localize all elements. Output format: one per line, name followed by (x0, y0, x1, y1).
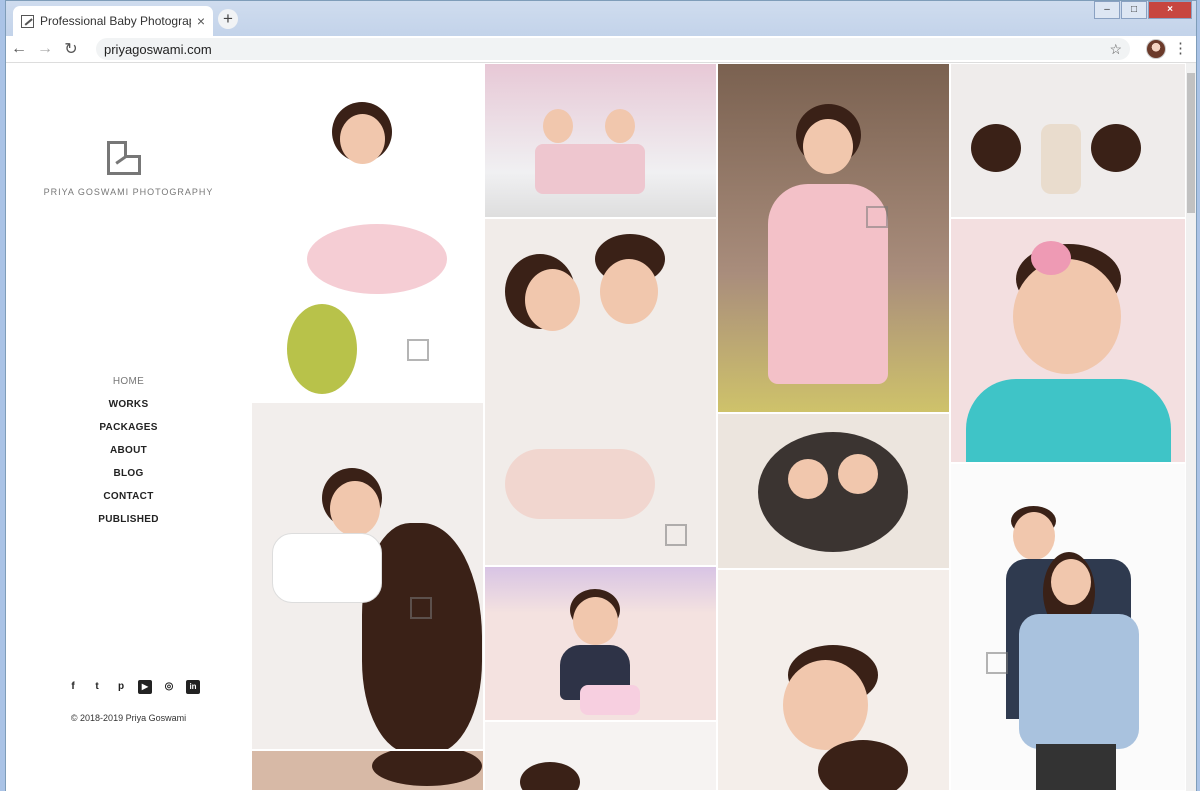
gallery-photo-12[interactable] (484, 721, 717, 791)
window-controls: – □ × (1093, 1, 1192, 19)
nav-blog[interactable]: BLOG (6, 468, 251, 491)
gallery-photo-4[interactable] (950, 63, 1186, 218)
nav-contact[interactable]: CONTACT (6, 491, 251, 514)
instagram-icon[interactable]: ◎ (162, 680, 176, 694)
browser-window: Professional Baby Photographer × + – □ ×… (5, 0, 1197, 791)
browser-tab[interactable]: Professional Baby Photographer × (13, 6, 213, 36)
site-logo-icon[interactable] (107, 141, 141, 175)
nav-published[interactable]: PUBLISHED (6, 514, 251, 537)
scrollbar-thumb[interactable] (1187, 73, 1195, 213)
browser-toolbar: ← → ↻ priyagoswami.com ☆ ⋮ (6, 36, 1196, 63)
facebook-icon[interactable]: f (66, 680, 80, 694)
address-text: priyagoswami.com (104, 41, 212, 57)
site-sidebar: PRIYA GOSWAMI PHOTOGRAPHY HOME WORKS PAC… (6, 63, 251, 791)
gallery-photo-8[interactable] (251, 402, 484, 750)
nav-works[interactable]: WORKS (6, 399, 251, 422)
gallery-photo-1[interactable] (251, 63, 484, 402)
linkedin-icon[interactable]: in (186, 680, 200, 694)
tab-strip: Professional Baby Photographer × + – □ × (6, 1, 1196, 36)
gallery-photo-10[interactable] (717, 569, 950, 791)
pinterest-icon[interactable]: p (114, 680, 128, 694)
nav-packages[interactable]: PACKAGES (6, 422, 251, 445)
bookmark-star-icon[interactable]: ☆ (1109, 41, 1122, 58)
reload-icon[interactable]: ↻ (58, 39, 84, 59)
gallery-photo-13[interactable] (251, 750, 484, 791)
social-links: f t p ▶ ◎ in (66, 680, 200, 694)
tab-close-icon[interactable]: × (197, 13, 205, 29)
gallery-photo-5[interactable] (484, 218, 717, 566)
back-arrow-icon[interactable]: ← (6, 40, 32, 58)
forward-arrow-icon[interactable]: → (32, 40, 58, 58)
maximize-button[interactable]: □ (1121, 1, 1147, 19)
nav-home[interactable]: HOME (6, 376, 251, 399)
close-window-button[interactable]: × (1148, 1, 1192, 19)
gallery-photo-2[interactable] (484, 63, 717, 218)
gallery-photo-7[interactable] (717, 413, 950, 569)
browser-menu-icon[interactable]: ⋮ (1173, 39, 1188, 57)
gallery-photo-9[interactable] (484, 566, 717, 721)
gallery-photo-11[interactable] (950, 463, 1186, 791)
page-scrollbar[interactable] (1186, 63, 1196, 791)
new-tab-button[interactable]: + (218, 9, 238, 29)
tab-title: Professional Baby Photographer (40, 14, 191, 28)
nav-about[interactable]: ABOUT (6, 445, 251, 468)
minimize-button[interactable]: – (1094, 1, 1120, 19)
youtube-icon[interactable]: ▶ (138, 680, 152, 694)
address-bar[interactable]: priyagoswami.com ☆ (96, 38, 1130, 60)
site-brand-name[interactable]: PRIYA GOSWAMI PHOTOGRAPHY (6, 187, 251, 197)
gallery-photo-3[interactable] (717, 63, 950, 413)
twitter-icon[interactable]: t (90, 680, 104, 694)
gallery-photo-6[interactable] (950, 218, 1186, 463)
profile-avatar[interactable] (1146, 39, 1166, 59)
copyright-text: © 2018-2019 Priya Goswami (70, 713, 187, 723)
main-nav: HOME WORKS PACKAGES ABOUT BLOG CONTACT P… (6, 376, 251, 537)
page-viewport: PRIYA GOSWAMI PHOTOGRAPHY HOME WORKS PAC… (6, 63, 1196, 791)
site-favicon-icon (21, 14, 34, 28)
